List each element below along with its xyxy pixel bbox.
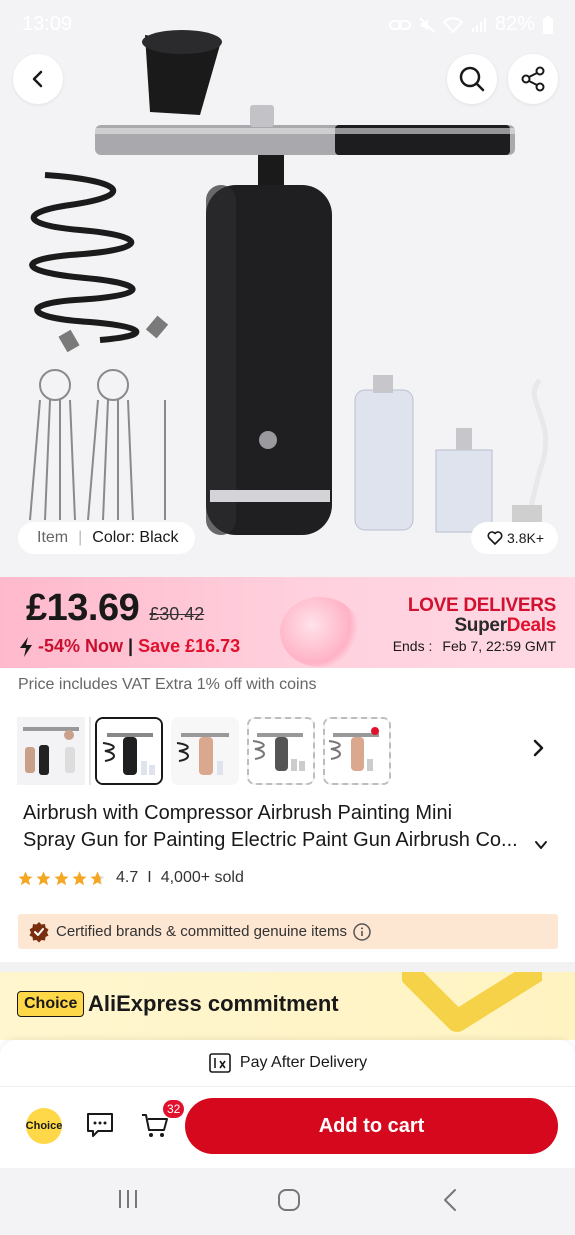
expand-title-button[interactable] — [534, 838, 548, 857]
item-color-selector[interactable]: Item | Color: Black — [18, 522, 195, 554]
sku-thumbnails — [17, 717, 391, 785]
product-title-line1: Airbrush with Compressor Airbrush Painti… — [23, 802, 453, 824]
wishlist-button[interactable]: 3.8K+ — [471, 522, 558, 554]
current-price: £13.69 — [26, 587, 140, 629]
aliexpress-commitment[interactable]: Choice AliExpress commitment — [0, 972, 575, 1040]
status-icons: 82% — [388, 13, 553, 36]
discount-percent: -54% Now — [38, 636, 124, 656]
product-title-line2: Spray Gun for Painting Electric Paint Gu… — [23, 829, 518, 851]
thumbnail-bundle[interactable] — [17, 717, 85, 785]
discount-row: -54% Now | Save £16.73 — [18, 636, 240, 657]
mute-icon — [419, 16, 435, 33]
promo-title: LOVE DELIVERS — [407, 595, 556, 616]
star-icon — [72, 870, 87, 885]
chat-icon — [87, 1113, 113, 1137]
original-price: £30.42 — [149, 604, 205, 624]
commitment-title: AliExpress commitment — [88, 991, 339, 1016]
share-icon — [521, 66, 545, 92]
chevron-left-icon — [32, 70, 43, 88]
discount-divider: | — [128, 636, 134, 656]
price-banner: £13.69 £30.42 -54% Now | Save £16.73 LOV… — [0, 577, 575, 668]
vat-note: Price includes VAT Extra 1% off with coi… — [18, 676, 317, 693]
thumbnail-image — [249, 719, 313, 783]
checkmark-decoration — [402, 972, 542, 1032]
product-title[interactable]: Airbrush with Compressor Airbrush Painti… — [23, 800, 553, 854]
home-icon — [278, 1189, 300, 1211]
wishlist-count: 3.8K+ — [507, 530, 544, 546]
status-time: 13:09 — [22, 13, 73, 35]
price-row: £13.69 £30.42 — [26, 587, 204, 630]
rating-row[interactable]: 4.7 I 4,000+ sold — [17, 869, 244, 887]
thumbnail-image — [97, 719, 161, 783]
invoice-icon — [209, 1053, 231, 1073]
thumbnail-rose-gold-set[interactable] — [323, 717, 391, 785]
share-button[interactable] — [508, 54, 558, 104]
rating-value: 4.7 — [116, 869, 139, 886]
chevron-down-icon — [535, 841, 547, 849]
home-button[interactable] — [277, 1188, 301, 1217]
pill-divider: | — [78, 529, 83, 546]
promo-decoration — [280, 597, 360, 667]
heart-icon — [487, 531, 503, 545]
star-icon — [36, 870, 51, 885]
ends-value: Feb 7, 22:59 GMT — [442, 638, 556, 654]
rating-divider: I — [147, 869, 152, 886]
pay-after-label: Pay After Delivery — [239, 1054, 368, 1071]
thumbnail-black[interactable] — [95, 717, 163, 785]
pay-after-delivery[interactable]: Pay After Delivery — [0, 1052, 575, 1074]
star-half-icon — [90, 870, 105, 885]
battery-percent: 82% — [494, 13, 535, 35]
promo-sub-super: Super — [454, 615, 507, 636]
ends-label: Ends : — [392, 638, 433, 654]
info-icon[interactable] — [353, 922, 371, 941]
bottom-action-bar: Pay After Delivery Choice 32 Add to cart — [0, 1040, 575, 1168]
rating-stars — [17, 870, 106, 887]
star-icon — [18, 870, 33, 885]
lightning-icon — [20, 636, 32, 657]
promo-subtitle: SuperDeals — [454, 615, 556, 637]
thumbnail-black-set[interactable] — [247, 717, 315, 785]
search-button[interactable] — [447, 54, 497, 104]
promo-sub-deals: Deals — [506, 615, 557, 636]
chevron-right-icon — [533, 739, 544, 757]
thumbnails-next-button[interactable] — [528, 738, 548, 763]
link-icon — [388, 19, 411, 30]
add-to-cart-button[interactable]: Add to cart — [185, 1098, 558, 1154]
certified-banner[interactable]: Certified brands & committed genuine ite… — [18, 914, 558, 949]
choice-store-button[interactable]: Choice — [26, 1108, 62, 1144]
back-arrow-icon — [444, 1189, 456, 1211]
status-bar: 13:09 82% — [0, 0, 575, 50]
system-nav-bar — [0, 1168, 575, 1235]
section-divider — [0, 962, 575, 972]
star-icon — [54, 870, 69, 885]
system-back-button[interactable] — [441, 1188, 459, 1217]
bottom-divider — [0, 1086, 575, 1087]
verified-badge-icon — [29, 921, 49, 942]
promo-ends: Ends : Feb 7, 22:59 GMT — [393, 638, 556, 654]
chat-button[interactable] — [85, 1110, 115, 1145]
choice-badge: Choice — [17, 991, 85, 1017]
search-icon — [459, 66, 485, 92]
thumbnail-image — [171, 717, 239, 785]
certified-text: Certified brands & committed genuine ite… — [56, 923, 347, 940]
thumbnail-rose-gold[interactable] — [171, 717, 239, 785]
battery-icon — [543, 15, 553, 34]
save-amount: Save £16.73 — [138, 636, 241, 656]
signal-icon — [471, 17, 486, 32]
product-hero[interactable]: 13:09 82% Item | Color: Black 3.8K+ — [0, 0, 575, 577]
recent-apps-icon — [119, 1190, 137, 1208]
sold-count: 4,000+ sold — [160, 869, 244, 886]
recent-apps-button[interactable] — [117, 1188, 139, 1215]
item-label: Item — [37, 529, 69, 546]
color-label: Color: Black — [92, 529, 179, 546]
thumbnail-image — [325, 719, 389, 783]
wifi-icon — [442, 16, 463, 33]
cart-count-badge: 32 — [163, 1100, 185, 1118]
back-button[interactable] — [13, 54, 63, 104]
thumbnail-image — [17, 717, 85, 785]
thumbnail-divider — [89, 717, 91, 785]
